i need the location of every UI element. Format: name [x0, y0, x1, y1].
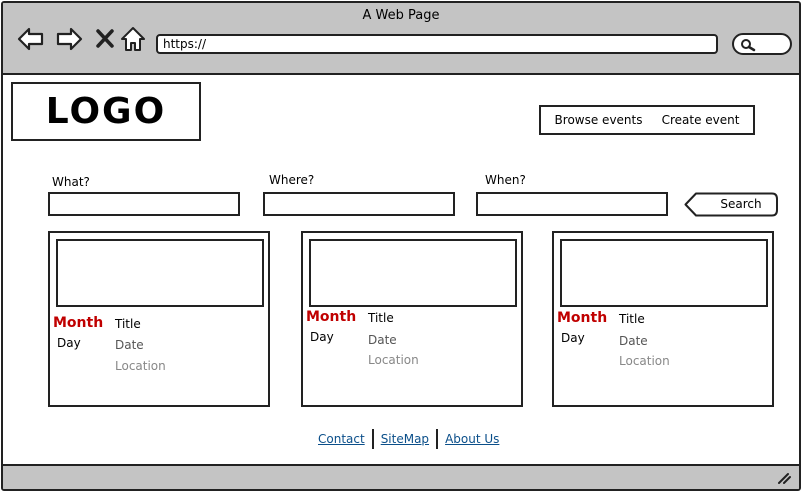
status-bar: [3, 464, 799, 489]
event-title: Title: [619, 312, 645, 326]
footer-links: Contact SiteMap About Us: [313, 429, 504, 449]
home-icon[interactable]: [119, 25, 147, 53]
event-date: Date: [619, 334, 648, 348]
url-input[interactable]: https://: [156, 34, 718, 54]
event-image: [309, 239, 517, 307]
event-card[interactable]: Month Day Title Date Location: [48, 231, 270, 407]
contact-link[interactable]: Contact: [313, 432, 370, 446]
arrow-right-icon[interactable]: [55, 25, 83, 53]
where-input[interactable]: [263, 192, 455, 216]
arrow-left-icon[interactable]: [17, 25, 45, 53]
event-location: Location: [368, 353, 419, 367]
close-icon[interactable]: [91, 25, 119, 53]
top-nav: Browse events Create event: [539, 105, 755, 135]
what-label: What?: [52, 175, 90, 189]
logo[interactable]: LOGO: [11, 82, 201, 141]
event-month: Month: [53, 315, 104, 331]
event-card[interactable]: Month Day Title Date Location: [301, 231, 523, 407]
about-us-link[interactable]: About Us: [440, 432, 504, 446]
event-location: Location: [619, 354, 670, 368]
event-image: [560, 239, 768, 307]
what-input[interactable]: [48, 192, 240, 216]
when-input[interactable]: [476, 192, 668, 216]
divider: [371, 429, 374, 449]
event-title: Title: [368, 311, 394, 325]
event-card[interactable]: Month Day Title Date Location: [552, 231, 774, 407]
event-day: Day: [310, 330, 334, 344]
browser-toolbar: A Web Page https://: [3, 3, 799, 75]
resize-grip-icon[interactable]: [777, 472, 791, 484]
event-day: Day: [561, 331, 585, 345]
search-icon: [741, 39, 756, 52]
browse-events-link[interactable]: Browse events: [555, 113, 643, 127]
divider: [436, 429, 439, 449]
event-location: Location: [115, 359, 166, 373]
browser-window: A Web Page https:// LOGO Browse events C…: [1, 1, 801, 491]
create-event-link[interactable]: Create event: [662, 113, 740, 127]
search-button[interactable]: Search: [684, 192, 778, 217]
window-title: A Web Page: [362, 8, 440, 23]
event-month: Month: [557, 310, 608, 326]
browser-search-field[interactable]: [732, 33, 792, 55]
where-label: Where?: [269, 173, 315, 187]
search-button-label: Search: [720, 197, 762, 211]
event-day: Day: [57, 336, 81, 350]
event-title: Title: [115, 317, 141, 331]
event-date: Date: [115, 338, 144, 352]
when-label: When?: [485, 173, 526, 187]
sitemap-link[interactable]: SiteMap: [376, 432, 434, 446]
event-date: Date: [368, 333, 397, 347]
event-month: Month: [306, 309, 357, 325]
event-image: [56, 239, 264, 307]
